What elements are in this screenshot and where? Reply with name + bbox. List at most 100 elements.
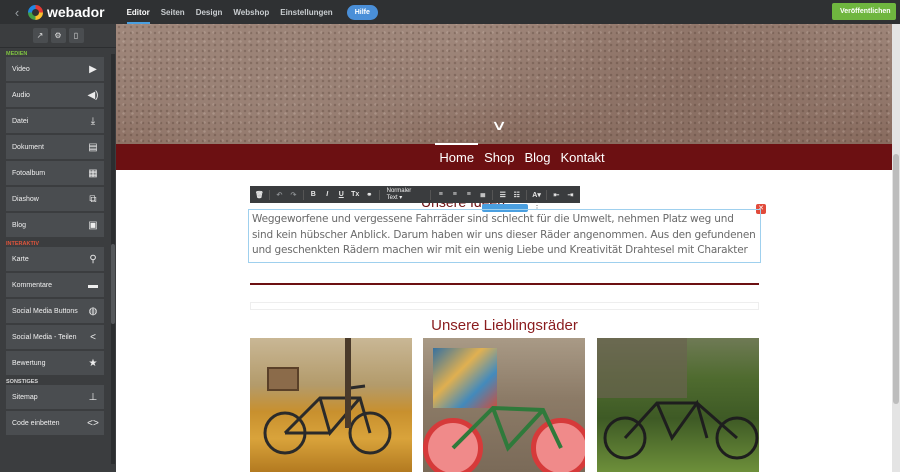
toolbar-separator	[269, 189, 270, 200]
sidebar-item-label: Blog	[12, 221, 27, 229]
toolbar-separator	[492, 189, 494, 200]
globe-icon: ◍	[88, 305, 98, 317]
align-left-icon[interactable]: ≡	[434, 191, 447, 198]
sidebar-item-label: Dokument	[12, 143, 44, 151]
video-icon: ▶	[89, 63, 97, 75]
section-label-interactive: INTERAKTIV	[6, 241, 39, 247]
tab-editor[interactable]: Editor	[126, 2, 150, 24]
tab-pages[interactable]: Seiten	[161, 2, 185, 23]
indent-icon[interactable]: ⇥	[564, 191, 577, 199]
numbered-list-icon[interactable]: ☷	[510, 191, 523, 199]
mobile-icon[interactable]: ▯	[68, 28, 84, 43]
align-justify-icon[interactable]: ≣	[476, 191, 489, 199]
sidebar-item-map[interactable]: Karte ⚲	[6, 247, 104, 271]
red-wheel-bicycle-photo[interactable]	[423, 338, 585, 472]
bullet-list-icon[interactable]: ☰	[496, 191, 509, 199]
back-chevron-icon[interactable]: ‹	[6, 5, 28, 20]
element-sidebar: ↗ ⚙ ▯ MEDIEN Video ▶ Audio ◀) Datei ⤓ Dokum…	[0, 24, 116, 472]
editable-text-block[interactable]: Weggeworfene und vergessene Fahrräder si…	[248, 209, 761, 263]
underline-icon[interactable]: U	[335, 191, 348, 198]
bicycle-frame	[451, 405, 563, 452]
sidebar-element-list: MEDIEN Video ▶ Audio ◀) Datei ⤓ Dokument ▤ F…	[0, 49, 110, 437]
site-nav-contact[interactable]: Kontakt	[561, 150, 605, 165]
document-icon: ▤	[88, 141, 98, 153]
help-button[interactable]: Hilfe	[346, 4, 378, 20]
align-center-icon[interactable]: ≡	[448, 191, 461, 198]
section-label-media: MEDIEN	[6, 51, 28, 57]
star-icon: ★	[88, 357, 98, 369]
code-icon: <>	[87, 417, 99, 429]
sidebar-item-audio[interactable]: Audio ◀)	[6, 83, 104, 107]
canvas-scrollbar-thumb[interactable]	[893, 154, 899, 404]
spacer-block[interactable]	[250, 302, 759, 310]
text-color-icon[interactable]: A▾	[530, 191, 543, 199]
external-link-icon[interactable]: ↗	[32, 28, 48, 43]
sidebar-item-label: Social Media - Teilen	[12, 333, 77, 341]
site-nav-blog[interactable]: Blog	[524, 150, 550, 165]
bold-icon[interactable]: B	[307, 191, 320, 198]
sidebar-item-label: Karte	[12, 255, 29, 263]
chevron-down-icon[interactable]: ∨	[491, 117, 507, 134]
toolbar-separator	[378, 189, 380, 200]
tab-webshop[interactable]: Webshop	[233, 2, 269, 23]
sidebar-item-label: Code einbetten	[12, 419, 60, 427]
text-format-toolbar: 🗑 ↶ ↷ B I U Tx ⚭ Normaler Text ▾ ≡ ≡ ≡ ≣…	[250, 186, 580, 203]
share-icon: <	[90, 331, 96, 343]
align-right-icon[interactable]: ≡	[462, 191, 475, 198]
redo-icon[interactable]: ↷	[287, 191, 300, 199]
tandem-illustration	[603, 399, 759, 460]
section-divider	[250, 283, 759, 285]
toolbar-separator	[526, 189, 528, 200]
tab-design[interactable]: Design	[196, 2, 223, 23]
site-nav-home[interactable]: Home	[435, 142, 478, 165]
text-style-value: Normaler Text	[386, 188, 412, 201]
text-style-dropdown[interactable]: Normaler Text ▾	[383, 188, 428, 201]
tandem-bicycle-photo[interactable]	[597, 338, 759, 472]
webador-logo-icon	[28, 4, 43, 20]
download-icon: ⤓	[90, 115, 96, 127]
top-bar: ‹ webador Editor Seiten Design Webshop E…	[0, 0, 900, 24]
sidebar-item-document[interactable]: Dokument ▤	[6, 135, 104, 159]
sidebar-item-file[interactable]: Datei ⤓	[6, 109, 104, 133]
tab-settings[interactable]: Einstellungen	[280, 2, 332, 23]
site-nav-shop[interactable]: Shop	[484, 150, 514, 165]
sidebar-item-social-share[interactable]: Social Media - Teilen <	[6, 325, 104, 349]
sitemap-icon: ⊥	[88, 391, 98, 403]
sidebar-item-label: Video	[12, 65, 30, 73]
publish-button[interactable]: Veröffentlichen	[832, 3, 896, 20]
bicycle-illustration	[263, 367, 392, 455]
sidebar-item-label: Sitemap	[12, 393, 38, 401]
trash-icon[interactable]: 🗑	[253, 191, 266, 199]
speaker-icon: ◀)	[87, 89, 99, 101]
brand-name: webador	[47, 4, 105, 20]
sidebar-item-photo-album[interactable]: Fotoalbum ▦	[6, 161, 104, 185]
gear-icon[interactable]: ⚙	[50, 28, 66, 43]
toolbar-separator	[430, 189, 432, 200]
italic-icon[interactable]: I	[321, 191, 334, 198]
sidebar-scrollbar[interactable]	[111, 54, 115, 464]
site-navigation: Home Shop Blog Kontakt	[116, 142, 892, 170]
favorites-heading[interactable]: Unsere Lieblingsräder	[250, 317, 759, 334]
hero-image[interactable]: ∨	[116, 24, 892, 144]
sidebar-item-comments[interactable]: Kommentare ▬	[6, 273, 104, 297]
sidebar-item-blog[interactable]: Blog ▣	[6, 213, 104, 237]
sidebar-item-video[interactable]: Video ▶	[6, 57, 104, 81]
sidebar-item-social-buttons[interactable]: Social Media Buttons ◍	[6, 299, 104, 323]
sidebar-item-label: Kommentare	[12, 281, 53, 289]
link-icon[interactable]: ⚭	[363, 191, 376, 199]
clear-format-icon[interactable]: Tx	[349, 191, 362, 198]
sidebar-tools: ↗ ⚙ ▯	[0, 24, 116, 48]
sidebar-item-label: Social Media Buttons	[12, 307, 78, 315]
undo-icon[interactable]: ↶	[273, 191, 286, 199]
bicycle-with-crate-photo[interactable]	[250, 338, 412, 472]
canvas-scrollbar[interactable]	[892, 24, 900, 472]
toolbar-separator	[546, 189, 547, 200]
sidebar-scrollbar-thumb[interactable]	[111, 244, 115, 324]
sidebar-item-sitemap[interactable]: Sitemap ⊥	[6, 385, 104, 409]
comment-icon: ▬	[88, 279, 98, 291]
sidebar-item-embed-code[interactable]: Code einbetten <>	[6, 411, 104, 435]
sidebar-item-slideshow[interactable]: Diashow ⧉	[6, 187, 104, 211]
outdent-icon[interactable]: ⇤	[550, 191, 563, 199]
blog-icon: ▣	[88, 219, 98, 231]
sidebar-item-rating[interactable]: Bewertung ★	[6, 351, 104, 375]
